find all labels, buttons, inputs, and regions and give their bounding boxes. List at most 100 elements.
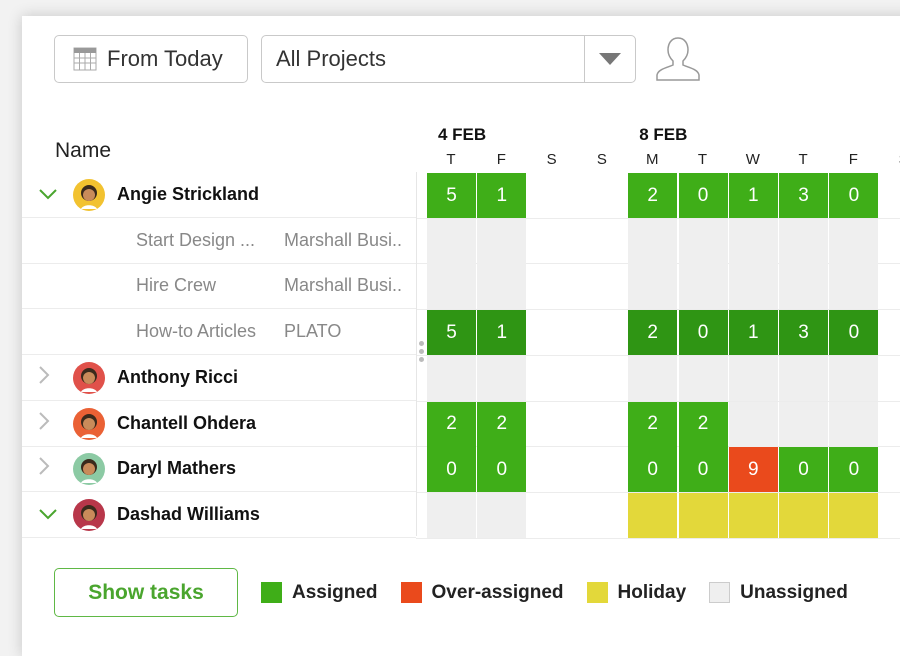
project-filter-select[interactable]: All Projects (261, 35, 636, 83)
person-row[interactable]: Daryl Mathers (22, 446, 416, 493)
cell-task[interactable]: 1 (477, 310, 527, 356)
chevron-down-icon[interactable] (38, 184, 58, 205)
date-header: 8 FEB (639, 125, 688, 144)
cell-unassigned[interactable] (628, 264, 678, 310)
from-today-label: From Today (107, 46, 223, 71)
cell-assigned[interactable]: 2 (678, 401, 728, 447)
legend-item: Holiday (586, 581, 687, 604)
cell-unassigned[interactable] (678, 355, 728, 401)
cell-unassigned[interactable] (628, 218, 678, 264)
cell-unassigned[interactable] (829, 218, 879, 264)
cell-holiday[interactable] (829, 492, 879, 538)
avatar (73, 361, 105, 394)
day-header: T (697, 151, 708, 168)
cell-unassigned[interactable] (477, 218, 527, 264)
cell-unassigned[interactable] (779, 355, 829, 401)
cell-assigned[interactable]: 2 (427, 401, 476, 447)
cell-assigned[interactable]: 2 (477, 401, 527, 447)
cell-assigned[interactable]: 1 (477, 173, 527, 218)
day-header: S (596, 151, 607, 168)
cell-unassigned[interactable] (728, 264, 778, 310)
cell-task[interactable]: 3 (779, 310, 829, 356)
day-header: T (446, 151, 456, 168)
day-header: T (798, 151, 808, 168)
legend-swatch (709, 582, 731, 603)
user-icon[interactable] (654, 36, 702, 82)
cell-unassigned[interactable] (427, 492, 476, 538)
legend-label: Unassigned (740, 581, 848, 603)
cell-unassigned[interactable] (678, 218, 728, 264)
cell-unassigned[interactable] (477, 492, 527, 538)
resize-handle[interactable] (419, 341, 424, 365)
show-tasks-button[interactable]: Show tasks (54, 568, 238, 617)
task-name: Hire Crew (136, 275, 217, 296)
day-header: S (546, 151, 557, 168)
cell-assigned[interactable]: 0 (427, 447, 476, 493)
dropdown-button[interactable] (584, 36, 635, 82)
legend-swatch (400, 582, 422, 603)
cell-holiday[interactable] (728, 492, 778, 538)
chevron-down-icon[interactable] (38, 504, 58, 525)
cell-unassigned[interactable] (477, 355, 527, 401)
cell-unassigned[interactable] (477, 264, 527, 310)
chevron-right-icon[interactable] (38, 456, 50, 481)
person-row[interactable]: Angie Strickland (22, 172, 416, 218)
cell-assigned[interactable]: 3 (779, 173, 829, 218)
avatar (73, 407, 105, 440)
cell-unassigned[interactable] (678, 264, 728, 310)
cell-holiday[interactable] (628, 492, 678, 538)
cell-assigned[interactable]: 0 (477, 447, 527, 493)
cell-unassigned[interactable] (427, 355, 476, 401)
cell-task[interactable]: 5 (427, 310, 476, 356)
legend-label: Holiday (617, 581, 687, 603)
legend-item: Assigned (261, 582, 378, 604)
cell-assigned[interactable]: 0 (628, 447, 678, 493)
cell-unassigned[interactable] (728, 401, 778, 447)
cell-task[interactable]: 0 (678, 310, 728, 356)
cell-unassigned[interactable] (779, 401, 829, 447)
person-row[interactable]: Chantell Ohdera (22, 401, 416, 447)
cell-task[interactable]: 0 (829, 310, 879, 356)
person-row[interactable]: Anthony Ricci (22, 355, 416, 401)
cell-unassigned[interactable] (829, 401, 879, 447)
cell-holiday[interactable] (678, 492, 728, 538)
cell-assigned[interactable]: 0 (829, 173, 879, 218)
cell-unassigned[interactable] (779, 264, 829, 310)
person-row[interactable]: Dashad Williams (22, 492, 416, 538)
cell-assigned[interactable]: 5 (427, 173, 476, 218)
avatar (73, 498, 105, 531)
date-header: 4 FEB (438, 125, 487, 144)
task-name: Start Design ... (136, 229, 256, 250)
cell-unassigned[interactable] (829, 355, 879, 401)
cell-unassigned[interactable] (779, 218, 829, 264)
cell-assigned[interactable]: 1 (728, 173, 778, 218)
cell-assigned[interactable]: 0 (779, 447, 829, 493)
cell-unassigned[interactable] (728, 218, 778, 264)
cell-unassigned[interactable] (427, 264, 476, 310)
cell-assigned[interactable]: 2 (628, 401, 678, 447)
day-header: W (745, 151, 760, 168)
cell-holiday[interactable] (779, 492, 829, 538)
cell-task[interactable]: 1 (728, 310, 778, 356)
cell-over[interactable]: 9 (728, 447, 778, 493)
cell-unassigned[interactable] (427, 218, 476, 264)
legend-label: Assigned (292, 581, 378, 603)
day-header: F (496, 151, 506, 168)
task-row[interactable]: Hire Crew Marshall Busi.. (22, 263, 416, 310)
task-row[interactable]: Start Design ... Marshall Busi.. (22, 218, 416, 264)
task-row[interactable]: How-to Articles PLATO (22, 309, 416, 356)
cell-task[interactable]: 2 (628, 310, 678, 356)
cell-assigned[interactable]: 0 (678, 173, 728, 218)
cell-assigned[interactable]: 2 (628, 173, 678, 218)
cell-unassigned[interactable] (728, 355, 778, 401)
cell-unassigned[interactable] (829, 264, 879, 310)
name-column-header: Name (55, 139, 112, 162)
cell-assigned[interactable]: 0 (678, 447, 728, 493)
cell-unassigned[interactable] (628, 355, 678, 401)
legend-item: Unassigned (709, 582, 848, 604)
chevron-right-icon[interactable] (38, 365, 50, 390)
from-today-button[interactable]: From Today (54, 35, 248, 83)
caret-down-icon (599, 53, 621, 65)
cell-assigned[interactable]: 0 (829, 447, 879, 493)
chevron-right-icon[interactable] (38, 411, 50, 436)
